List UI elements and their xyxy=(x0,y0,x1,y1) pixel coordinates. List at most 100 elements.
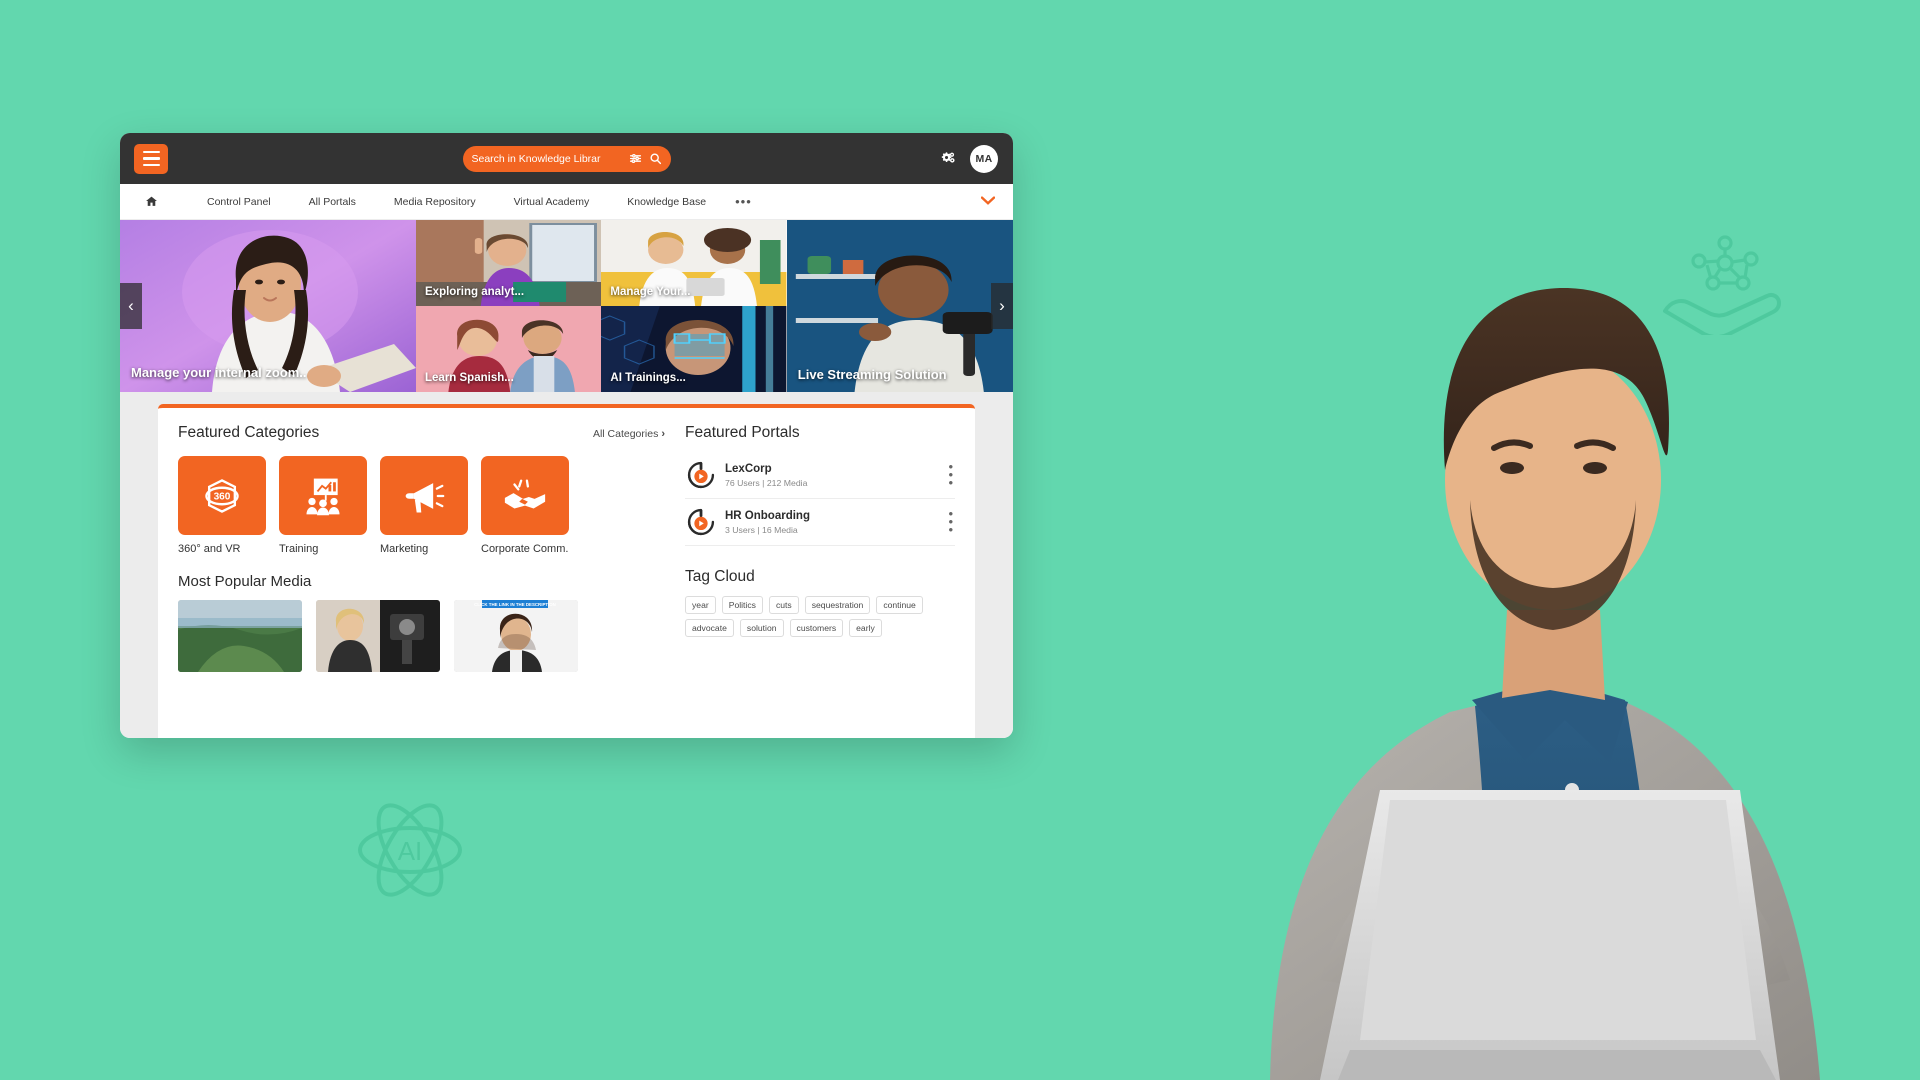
category-tile xyxy=(279,456,367,535)
media-3-image: CLICK THE LINK IN THE DESCRIPTION xyxy=(454,600,578,672)
category-label: Training xyxy=(279,543,319,555)
hero-carousel: ‹ Manage your internal zoom.. Exploring … xyxy=(120,220,1013,392)
media-1-image xyxy=(178,600,302,672)
kebab-menu-icon[interactable]: • • • xyxy=(948,460,953,488)
all-categories-link[interactable]: All Categories › xyxy=(593,428,665,440)
svg-text:CLICK THE LINK IN THE DESCRIPT: CLICK THE LINK IN THE DESCRIPTION xyxy=(474,602,556,607)
tag-item[interactable]: cuts xyxy=(768,596,799,614)
carousel-tile-1-caption: Exploring analyt... xyxy=(425,286,525,298)
category-corporate-comm[interactable]: Corporate Comm.. xyxy=(481,456,569,555)
portal-item-hr-onboarding[interactable]: HR Onboarding 3 Users | 16 Media • • • xyxy=(685,499,955,546)
category-tile xyxy=(380,456,468,535)
nav-item-control-panel[interactable]: Control Panel xyxy=(188,196,290,208)
nav-more-icon[interactable]: ••• xyxy=(725,194,762,209)
megaphone-icon xyxy=(405,482,445,512)
carousel-prev-button[interactable]: ‹ xyxy=(120,283,142,329)
carousel-tile-4-caption: Learn Spanish... xyxy=(425,372,514,384)
carousel-next-button[interactable]: › xyxy=(991,283,1013,329)
avatar[interactable]: MA xyxy=(970,144,998,173)
media-thumbnail-3[interactable]: CLICK THE LINK IN THE DESCRIPTION xyxy=(454,600,578,672)
carousel-tile-4[interactable]: Learn Spanish... xyxy=(416,306,602,392)
portal-item-lexcorp[interactable]: LexCorp 76 Users | 212 Media • • • xyxy=(685,452,955,499)
svg-text:AI: AI xyxy=(398,836,423,866)
category-360-vr[interactable]: 360 360° and VR xyxy=(178,456,266,555)
content-area: Featured Categories All Categories › 360… xyxy=(120,392,1013,738)
category-tile xyxy=(481,456,569,535)
tag-item[interactable]: advocate xyxy=(685,619,734,637)
media-thumbnail-2[interactable] xyxy=(316,600,440,672)
carousel-tile-3[interactable]: Live Streaming Solution xyxy=(786,220,1013,392)
tag-item[interactable]: year xyxy=(685,596,716,614)
all-categories-label: All Categories xyxy=(592,428,659,440)
carousel-main-slide[interactable]: Manage your internal zoom.. xyxy=(120,220,416,392)
sliders-icon[interactable] xyxy=(629,152,642,165)
category-marketing[interactable]: Marketing xyxy=(380,456,468,555)
portal-name: LexCorp xyxy=(725,462,772,475)
training-presentation-icon xyxy=(306,478,340,515)
featured-portals-title: Featured Portals xyxy=(685,424,800,441)
main-navigation: Control Panel All Portals Media Reposito… xyxy=(120,184,1013,220)
category-training[interactable]: Training xyxy=(279,456,367,555)
network-in-hand-decoration xyxy=(1663,235,1781,335)
page-title: Featured Categories xyxy=(178,424,320,441)
tag-item[interactable]: early xyxy=(849,619,882,637)
portal-meta: 76 Users | 212 Media xyxy=(725,477,808,488)
avatar-initials: MA xyxy=(975,152,993,165)
category-label: 360° and VR xyxy=(178,543,241,555)
handshake-icon xyxy=(504,479,546,508)
tag-item[interactable]: customers xyxy=(789,619,844,637)
left-column: Featured Categories All Categories › 360… xyxy=(178,424,665,738)
dashboard-panel: Featured Categories All Categories › 360… xyxy=(158,404,975,738)
media-2-image xyxy=(316,600,440,672)
ai-atom-decoration: AI xyxy=(358,803,462,897)
most-popular-title: Most Popular Media xyxy=(178,573,312,590)
carousel-main-caption: Manage your internal zoom.. xyxy=(131,365,307,380)
carousel-tile-5[interactable]: AI Trainings... xyxy=(601,306,787,392)
carousel-tile-1[interactable]: Exploring analyt... xyxy=(416,220,602,306)
media-thumbnail-1[interactable] xyxy=(178,600,302,672)
chevron-down-icon[interactable] xyxy=(980,195,996,208)
carousel-tile-3-caption: Live Streaming Solution xyxy=(797,367,947,382)
portal-text: HR Onboarding 3 Users | 16 Media xyxy=(725,510,938,535)
search-bar[interactable]: Search in Knowledge Librar xyxy=(462,145,671,172)
top-bar-actions: MA xyxy=(940,144,998,173)
category-tile: 360 xyxy=(178,456,266,535)
nav-item-all-portals[interactable]: All Portals xyxy=(290,196,375,208)
chevron-right-icon: › xyxy=(661,428,665,440)
nav-item-virtual-academy[interactable]: Virtual Academy xyxy=(495,196,609,208)
tag-item[interactable]: continue xyxy=(876,596,923,614)
search-input[interactable]: Search in Knowledge Librar xyxy=(472,153,622,165)
featured-categories-header: Featured Categories All Categories › xyxy=(178,424,665,442)
category-label: Corporate Comm.. xyxy=(481,543,569,555)
search-icon[interactable] xyxy=(649,152,662,165)
svg-text:360: 360 xyxy=(214,491,231,502)
portal-play-icon xyxy=(687,461,715,489)
portal-meta: 3 Users | 16 Media xyxy=(725,524,798,535)
kebab-menu-icon[interactable]: • • • xyxy=(948,507,953,535)
category-list: 360 360° and VR Training Marketing Corpo… xyxy=(178,456,665,555)
category-label: Marketing xyxy=(380,543,429,555)
most-popular-media-list: CLICK THE LINK IN THE DESCRIPTION xyxy=(178,600,665,672)
portal-text: LexCorp 76 Users | 212 Media xyxy=(725,463,938,488)
home-icon[interactable] xyxy=(145,195,158,208)
carousel-tile-2-caption: Manage Your... xyxy=(610,286,691,298)
carousel-tile-5-caption: AI Trainings... xyxy=(610,372,686,384)
tag-cloud-list: year Politics cuts sequestration continu… xyxy=(685,596,955,637)
tag-item[interactable]: sequestration xyxy=(804,596,871,614)
vr-360-icon: 360 xyxy=(205,478,239,513)
hamburger-icon[interactable] xyxy=(134,143,168,174)
carousel-tiles: Exploring analyt... Manage Your... Live … xyxy=(416,220,1013,392)
tag-item[interactable]: solution xyxy=(739,619,784,637)
app-window: Search in Knowledge Librar MA Control Pa… xyxy=(120,133,1013,738)
portal-play-icon xyxy=(687,508,715,536)
carousel-tile-2[interactable]: Manage Your... xyxy=(601,220,787,306)
tag-cloud-title: Tag Cloud xyxy=(685,568,755,585)
portal-name: HR Onboarding xyxy=(725,509,810,522)
featured-portals-list: LexCorp 76 Users | 212 Media • • • HR On… xyxy=(685,452,955,546)
right-column: Featured Portals LexCorp 76 Users | 212 … xyxy=(685,424,955,738)
person-photo xyxy=(1270,287,1820,1080)
nav-item-knowledge-base[interactable]: Knowledge Base xyxy=(608,196,725,208)
nav-item-media-repository[interactable]: Media Repository xyxy=(375,196,495,208)
tag-item[interactable]: Politics xyxy=(721,596,763,614)
gears-icon[interactable] xyxy=(940,151,956,167)
